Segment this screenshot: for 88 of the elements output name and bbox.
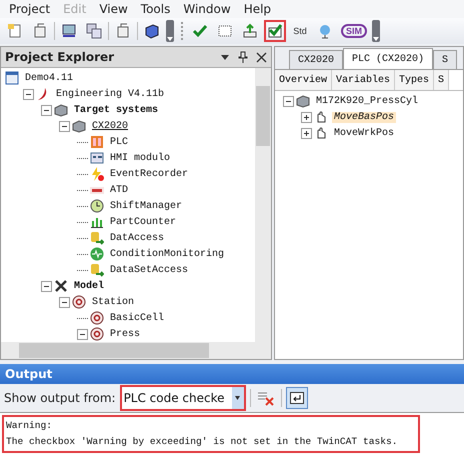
panel-icon bbox=[90, 151, 104, 165]
view-tab[interactable]: S bbox=[434, 70, 450, 90]
menu-item[interactable]: View bbox=[94, 2, 136, 16]
clear-list-icon bbox=[256, 390, 275, 406]
output-message: Warning: bbox=[6, 419, 54, 433]
source-dropdown[interactable]: PLC code checke bbox=[120, 385, 246, 411]
tree-item[interactable]: PartCounter bbox=[108, 216, 178, 228]
tree-item[interactable]: Model bbox=[72, 280, 106, 292]
document-tab[interactable]: PLC (CX2020) bbox=[343, 48, 434, 69]
database-icon bbox=[90, 263, 104, 277]
expand-toggle[interactable] bbox=[301, 128, 312, 138]
monitor-icon bbox=[61, 23, 77, 39]
document-tab[interactable]: CX2020 bbox=[289, 50, 344, 69]
return-icon bbox=[290, 392, 304, 404]
upload-icon bbox=[242, 23, 258, 39]
panel-title: Output bbox=[5, 367, 52, 381]
menu-item[interactable]: Help bbox=[238, 2, 280, 16]
pin-icon[interactable] bbox=[238, 51, 248, 63]
panel-title: Project Explorer bbox=[5, 50, 116, 64]
dropdown-button[interactable] bbox=[232, 387, 244, 409]
collapse-toggle[interactable] bbox=[283, 96, 294, 106]
menu-item[interactable]: Tools bbox=[136, 2, 178, 16]
toolbar-overflow-button[interactable] bbox=[372, 20, 380, 42]
dropdown-icon[interactable] bbox=[220, 52, 230, 62]
view-tab[interactable]: Variables bbox=[332, 70, 396, 90]
view-tab[interactable]: Types bbox=[395, 70, 434, 90]
caret-icon bbox=[167, 36, 173, 42]
caret-icon bbox=[373, 36, 379, 42]
database-icon bbox=[90, 231, 104, 245]
tree-item[interactable]: BasicCell bbox=[108, 312, 166, 324]
windows-icon bbox=[86, 23, 102, 39]
cube-icon bbox=[144, 23, 160, 39]
grid-icon bbox=[217, 23, 233, 39]
module-icon bbox=[90, 135, 104, 149]
window-icon bbox=[5, 71, 19, 85]
toolbar-button[interactable]: Std bbox=[289, 20, 311, 42]
checked-box-icon bbox=[267, 23, 283, 39]
collapse-toggle[interactable] bbox=[41, 104, 52, 116]
menu-item[interactable]: Project bbox=[4, 2, 58, 16]
expand-toggle[interactable] bbox=[301, 112, 312, 122]
view-tab[interactable]: Overview bbox=[275, 70, 332, 90]
tree-item[interactable]: ShiftManager bbox=[108, 200, 184, 212]
rack-icon bbox=[296, 94, 310, 108]
tree-item[interactable]: PLC bbox=[108, 136, 130, 148]
bar-chart-icon bbox=[90, 215, 104, 229]
new-file-icon bbox=[7, 23, 23, 39]
tree-item[interactable]: MoveBasPos bbox=[332, 112, 396, 122]
vertical-scrollbar[interactable] bbox=[255, 68, 271, 342]
document-icon bbox=[32, 23, 48, 39]
toolbar-button[interactable] bbox=[264, 20, 286, 42]
globe-icon bbox=[317, 23, 333, 39]
tree-item[interactable]: EventRecorder bbox=[108, 168, 190, 180]
pulse-icon bbox=[90, 247, 104, 261]
tree-item[interactable]: HMI modulo bbox=[108, 152, 172, 164]
tree-item[interactable]: DatAccess bbox=[108, 232, 166, 244]
caret-icon bbox=[235, 396, 240, 400]
collapse-toggle[interactable] bbox=[23, 88, 34, 100]
tree-item[interactable]: ATD bbox=[108, 184, 130, 196]
tree-item[interactable]: Press bbox=[108, 328, 142, 340]
lightning-icon bbox=[90, 167, 104, 181]
menu-item[interactable]: Window bbox=[178, 2, 239, 16]
rack-icon bbox=[54, 103, 68, 117]
collapse-toggle[interactable] bbox=[77, 328, 88, 340]
tree-item[interactable]: DataSetAccess bbox=[108, 264, 190, 276]
document-tab[interactable]: S bbox=[433, 50, 458, 69]
collapse-toggle[interactable] bbox=[41, 280, 52, 292]
wrap-toggle-button[interactable] bbox=[286, 387, 308, 409]
check-icon bbox=[192, 23, 208, 39]
horizontal-scrollbar[interactable] bbox=[1, 342, 271, 359]
collapse-toggle[interactable] bbox=[59, 120, 70, 132]
rack-icon bbox=[72, 119, 86, 133]
tree-item[interactable]: Engineering V4.11b bbox=[54, 88, 166, 100]
plus-icon bbox=[303, 130, 310, 136]
field-label: Show output from: bbox=[4, 391, 116, 405]
collapse-toggle[interactable] bbox=[59, 296, 70, 308]
tree-item[interactable]: Target systems bbox=[72, 104, 160, 116]
tree-item[interactable]: Station bbox=[90, 296, 136, 308]
output-message: The checkbox 'Warning by exceeding' is not set in the TwinCAT tasks. bbox=[6, 435, 398, 449]
close-icon[interactable] bbox=[256, 52, 267, 62]
tree-item[interactable]: M172K920_PressCyl bbox=[314, 96, 420, 106]
tree-item[interactable]: MoveWrkPos bbox=[332, 128, 396, 138]
tree-item[interactable]: ConditionMonitoring bbox=[108, 248, 226, 260]
plus-icon bbox=[303, 114, 310, 120]
tree-item[interactable]: Demo4.11 bbox=[23, 72, 76, 84]
tree-item[interactable]: CX2020 bbox=[90, 120, 130, 132]
clock-icon bbox=[90, 199, 104, 213]
document-icon bbox=[115, 23, 131, 39]
toolbar-overflow-button[interactable] bbox=[166, 20, 174, 42]
